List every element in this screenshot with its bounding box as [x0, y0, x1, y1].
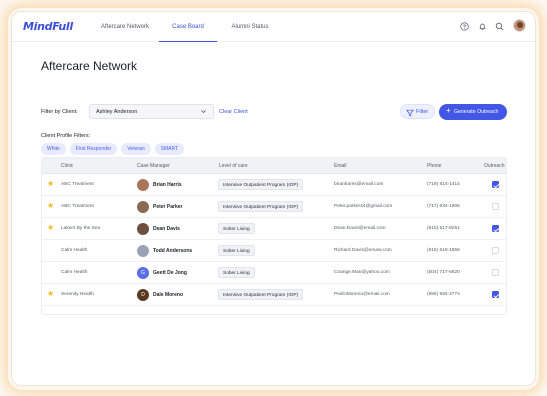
search-icon[interactable] — [495, 22, 504, 31]
clinic-cell: Calm Health — [61, 248, 88, 253]
chip-veteran[interactable]: Veteran — [121, 143, 151, 155]
manager-name: Brian Harris — [153, 182, 182, 188]
table-row[interactable]: ★ ABC Treatment Brian Harris Intensive Outp… — [42, 174, 506, 196]
client-select[interactable]: Ashley Anderson — [89, 104, 214, 119]
help-icon[interactable] — [460, 22, 469, 31]
client-select-value: Ashley Anderson — [96, 109, 138, 115]
client-profile-filters-label: Client Profile Filters: — [41, 133, 91, 139]
star-icon[interactable]: ★ — [47, 180, 54, 188]
level-of-care-badge: Intensive Outpatient Program (IOP) — [218, 179, 304, 190]
email-cell: Dean.Davis@email.com — [334, 226, 386, 231]
chevron-down-icon — [201, 110, 206, 114]
manager-name: Dean Davis — [153, 226, 180, 232]
tab-alumni-status[interactable]: Alumni Status — [220, 12, 280, 42]
manager-avatar — [137, 223, 149, 235]
filter-icon — [406, 109, 414, 116]
app-logo[interactable]: MindFull — [23, 20, 73, 33]
tab-case-board[interactable]: Case Board — [159, 12, 217, 42]
phone-cell: (717) 634-1806 — [427, 204, 460, 209]
clinic-cell: Serenity Health — [61, 292, 94, 297]
header-outreach: Outreach — [484, 163, 505, 169]
outreach-checkbox[interactable] — [492, 225, 499, 232]
clinic-cell: Lakers By the Sea — [61, 226, 101, 231]
clinic-cell: ABC Treatment — [61, 204, 94, 209]
chip-first-responder[interactable]: First Responder — [69, 143, 118, 155]
phone-cell: (504) 717-6620 — [427, 270, 460, 275]
table-header: Clinic Case Manager Level of care Email … — [42, 158, 506, 174]
manager-avatar: G — [137, 267, 149, 279]
phone-cell: (610) 517-8251 — [427, 226, 460, 231]
star-icon[interactable]: ★ — [47, 290, 54, 298]
header-clinic: Clinic — [61, 163, 74, 169]
email-cell: Richard.Davis@emaw.com — [334, 248, 392, 253]
email-cell: Peter.parker44@gmail.com — [334, 204, 393, 209]
generate-outreach-label: Generate Outreach — [454, 109, 499, 115]
app-window: MindFull Aftercare Network Case Board Al… — [11, 11, 536, 386]
outreach-checkbox[interactable] — [492, 203, 499, 210]
email-cell: PedroMoreno@email.com — [334, 292, 390, 297]
table-row[interactable]: Calm Health G Geett De Jong Sober Living Cra… — [42, 262, 506, 284]
email-cell: Crainge.Man@yahoo.com — [334, 270, 390, 275]
header-phone: Phone — [427, 163, 442, 169]
chip-white[interactable]: White — [41, 143, 66, 155]
table-row[interactable]: Calm Health Todd Andersons Sober Living Ric… — [42, 240, 506, 262]
manager-name: Geett De Jong — [153, 270, 187, 276]
user-avatar[interactable] — [513, 19, 526, 32]
table-row[interactable]: ★ Lakers By the Sea Dean Davis Sober Living… — [42, 218, 506, 240]
clinic-cell: Calm Health — [61, 270, 88, 275]
filter-button[interactable]: Filter — [400, 104, 435, 119]
phone-cell: (916) 619-1856 — [427, 248, 460, 253]
filter-by-client-label: Filter by Client: — [41, 109, 78, 115]
level-of-care-badge: Sober Living — [218, 223, 255, 234]
email-cell: brianharris@email.com — [334, 182, 384, 187]
bell-icon[interactable] — [478, 22, 487, 31]
page-title: Aftercare Network — [41, 59, 138, 73]
manager-avatar — [137, 201, 149, 213]
profile-filter-chips: White First Responder Veteran SMART — [41, 143, 185, 155]
level-of-care-badge: Intensive Outpatient Program (IOP) — [218, 289, 304, 300]
top-nav: MindFull Aftercare Network Case Board Al… — [12, 12, 535, 42]
clinic-cell: ABC Treatment — [61, 182, 94, 187]
level-of-care-badge: Sober Living — [218, 267, 255, 278]
header-email: Email — [334, 163, 347, 169]
tab-aftercare-network[interactable]: Aftercare Network — [86, 12, 164, 42]
plus-icon: + — [446, 106, 451, 115]
header-level-of-care: Level of care — [219, 163, 248, 169]
outreach-checkbox[interactable] — [492, 181, 499, 188]
outreach-checkbox[interactable] — [492, 291, 499, 298]
phone-cell: (656) 594-2774 — [427, 292, 460, 297]
star-icon[interactable]: ★ — [47, 224, 54, 232]
level-of-care-badge: Intensive Outpatient Program (IOP) — [218, 201, 304, 212]
aftercare-table: Clinic Case Manager Level of care Email … — [41, 157, 507, 315]
level-of-care-badge: Sober Living — [218, 245, 255, 256]
manager-avatar: D — [137, 289, 149, 301]
star-icon[interactable]: ★ — [47, 202, 54, 210]
manager-name: Peter Parker — [153, 204, 183, 210]
generate-outreach-button[interactable]: + Generate Outreach — [439, 104, 507, 120]
manager-name: Dale Moreno — [153, 292, 184, 298]
phone-cell: (719) 814-1414 — [427, 182, 460, 187]
clear-client-link[interactable]: Clear Client — [219, 109, 248, 115]
header-case-manager: Case Manager — [137, 163, 170, 169]
manager-avatar — [137, 179, 149, 191]
manager-avatar — [137, 245, 149, 257]
table-row[interactable]: ★ ABC Treatment Peter Parker Intensive Outp… — [42, 196, 506, 218]
chip-smart[interactable]: SMART — [154, 143, 185, 155]
table-row[interactable]: ★ Serenity Health D Dale Moreno Intensive Ou… — [42, 284, 506, 306]
manager-name: Todd Andersons — [153, 248, 193, 254]
outreach-checkbox[interactable] — [492, 269, 499, 276]
filter-button-label: Filter — [416, 109, 429, 115]
outreach-checkbox[interactable] — [492, 247, 499, 254]
